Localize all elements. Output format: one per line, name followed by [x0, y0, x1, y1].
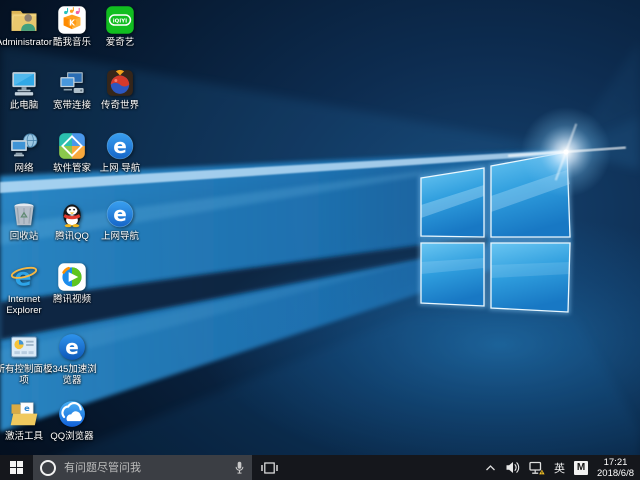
activation-folder-icon: e — [9, 399, 39, 429]
taskbar-search[interactable] — [33, 455, 252, 480]
desktop-icon-iqiyi[interactable]: iQIYI爱奇艺 — [96, 5, 144, 48]
folder-user-icon — [9, 5, 39, 35]
kuwo-music-icon: K — [57, 5, 87, 35]
task-view-button[interactable] — [252, 455, 287, 480]
e-2345-icon: e — [57, 332, 87, 362]
network-status-button[interactable] — [529, 461, 545, 475]
software-manager-icon — [57, 131, 87, 161]
desktop-icon-this-pc[interactable]: 此电脑 — [0, 68, 48, 111]
ime-badge: M — [574, 461, 588, 475]
desktop-icon-all-control-panel-items[interactable]: 所有控制面板项 — [0, 332, 48, 386]
this-pc-icon — [9, 68, 39, 98]
desktop-icon-administrator[interactable]: Administrator — [0, 5, 48, 48]
clock-date: 2018/6/8 — [597, 468, 634, 479]
broadband-icon — [57, 68, 87, 98]
desktop-icon-network[interactable]: 网络 — [0, 131, 48, 174]
chevron-up-icon — [485, 464, 496, 472]
volume-button[interactable] — [505, 461, 520, 474]
taskbar-empty-area — [287, 455, 481, 480]
desktop-icon-label: 上网 导航 — [91, 163, 149, 174]
show-hidden-icons-button[interactable] — [485, 464, 496, 472]
desktop-icon-kuwo-music[interactable]: K酷我音乐 — [48, 5, 96, 48]
clock-time: 17:21 — [604, 457, 628, 468]
recycle-bin-icon — [9, 199, 39, 229]
desktop-icon-grid: AdministratorK酷我音乐iQIYI爱奇艺此电脑宽带连接传奇世界网络软… — [0, 0, 640, 455]
svg-text:e: e — [24, 403, 30, 413]
desktop-icon-qq-browser[interactable]: QQ浏览器 — [48, 399, 96, 442]
desktop-icon-broadband-connection[interactable]: 宽带连接 — [48, 68, 96, 111]
ime-indicator[interactable]: M — [574, 461, 588, 475]
desktop-icon-label: QQ浏览器 — [43, 431, 101, 442]
desktop-icon-label: 2345加速浏览器 — [43, 364, 101, 386]
speaker-icon — [505, 461, 520, 474]
nav-e-icon: e — [105, 199, 135, 229]
desktop-icon-internet-explorer[interactable]: eInternet Explorer — [0, 262, 48, 316]
desktop-icon-web-navigation-1[interactable]: e上网 导航 — [96, 131, 144, 174]
desktop-icon-recycle-bin[interactable]: 回收站 — [0, 199, 48, 242]
svg-text:iQIYI: iQIYI — [113, 18, 127, 24]
iqiyi-icon: iQIYI — [105, 5, 135, 35]
qq-browser-icon — [57, 399, 87, 429]
control-panel-icon — [9, 332, 39, 362]
svg-text:e: e — [113, 202, 127, 226]
system-tray: 英 M 17:21 2018/6/8 — [481, 455, 640, 480]
network-icon — [9, 131, 39, 161]
nav-e-icon: e — [105, 131, 135, 161]
desktop-icon-label: 传奇世界 — [91, 100, 149, 111]
network-warning-icon — [529, 461, 545, 475]
search-input[interactable] — [62, 461, 228, 475]
desktop-icon-label: 腾讯视频 — [43, 294, 101, 305]
svg-text:e: e — [113, 134, 127, 158]
desktop-icon-activation-tool[interactable]: e激活工具 — [0, 399, 48, 442]
desktop-icon-label: 爱奇艺 — [91, 37, 149, 48]
cortana-icon — [40, 460, 56, 476]
desktop-icon-label: 上网导航 — [91, 231, 149, 242]
taskbar: 英 M 17:21 2018/6/8 — [0, 455, 640, 480]
windows-logo-icon — [10, 461, 23, 474]
tencent-video-icon — [57, 262, 87, 292]
microphone-icon[interactable] — [234, 460, 245, 475]
start-button[interactable] — [0, 455, 33, 480]
desktop-icon-2345-browser[interactable]: e2345加速浏览器 — [48, 332, 96, 386]
legend-world-icon — [105, 68, 135, 98]
desktop-icon-legend-world[interactable]: 传奇世界 — [96, 68, 144, 111]
task-view-icon — [261, 461, 278, 475]
clock[interactable]: 17:21 2018/6/8 — [597, 457, 634, 479]
ie-icon: e — [9, 262, 39, 292]
qq-penguin-icon — [57, 199, 87, 229]
svg-text:e: e — [65, 335, 79, 359]
desktop-icon-tencent-video[interactable]: 腾讯视频 — [48, 262, 96, 305]
desktop-icon-software-manager[interactable]: 软件管家 — [48, 131, 96, 174]
language-indicator[interactable]: 英 — [554, 460, 565, 476]
desktop-icon-web-navigation-2[interactable]: e上网导航 — [96, 199, 144, 242]
windows-desktop: AdministratorK酷我音乐iQIYI爱奇艺此电脑宽带连接传奇世界网络软… — [0, 0, 640, 480]
desktop-icon-tencent-qq[interactable]: 腾讯QQ — [48, 199, 96, 242]
